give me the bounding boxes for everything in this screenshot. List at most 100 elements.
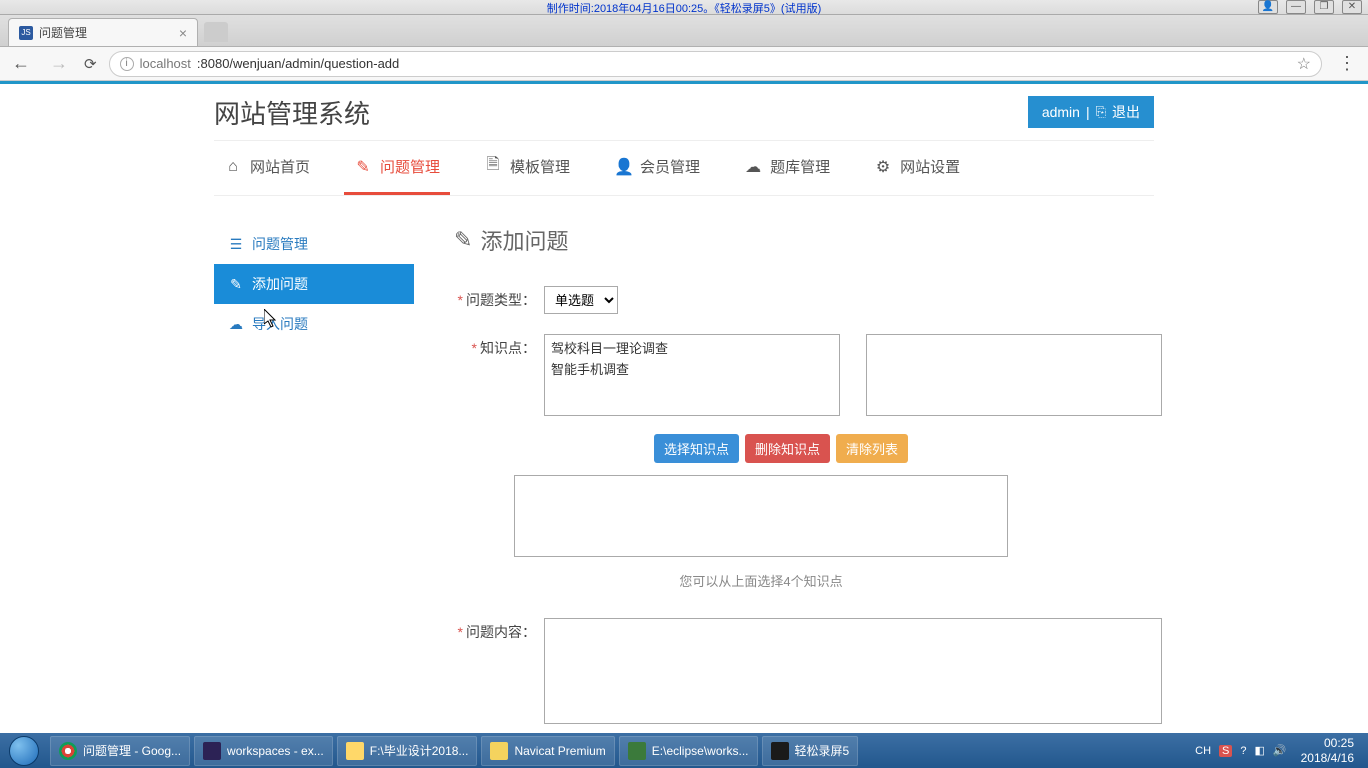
tray-time: 00:25 <box>1301 736 1354 750</box>
row-qtype: *问题类型： 单选题 <box>454 286 1162 314</box>
taskbar-item-eclipse[interactable]: workspaces - ex... <box>194 736 333 766</box>
browser-tabbar: JS 问题管理 × <box>0 15 1368 47</box>
close-window-button[interactable]: ✕ <box>1342 0 1362 14</box>
maximize-button[interactable]: ❐ <box>1314 0 1334 14</box>
nav-label: 网站设置 <box>900 156 960 177</box>
recorder-icon <box>771 742 789 760</box>
clear-list-button[interactable]: 清除列表 <box>836 434 908 463</box>
page-viewport: 网站管理系统 admin | ⎘ 退出 ⌂ 网站首页 ✎ 问题管理 🗎 模板管理 <box>0 81 1368 733</box>
content-area: ✎ 添加问题 *问题类型： 单选题 *知识点： <box>454 224 1162 733</box>
recorder-overlay-text: 制作时间:2018年04月16日00:25。《轻松录屏5》(试用版) <box>547 0 821 16</box>
page-heading-text: 添加问题 <box>480 224 568 256</box>
tray-date: 2018/4/16 <box>1301 751 1354 765</box>
new-tab-button[interactable] <box>204 22 228 42</box>
taskbar-item-folder[interactable]: F:\毕业设计2018... <box>337 736 478 766</box>
list-item[interactable]: 智能手机调查 <box>547 358 837 379</box>
nav-label: 网站首页 <box>250 156 310 177</box>
row-knowledge: *知识点： 驾校科目一理论调查 智能手机调查 <box>454 334 1162 416</box>
task-label: 轻松录屏5 <box>795 742 850 759</box>
select-qtype[interactable]: 单选题 <box>544 286 618 314</box>
upload-icon: ☁ <box>228 316 244 333</box>
eclipse-icon <box>628 742 646 760</box>
taskbar-item-recorder[interactable]: 轻松录屏5 <box>762 736 859 766</box>
forward-button[interactable]: → <box>46 53 72 74</box>
chrome-icon <box>59 742 77 760</box>
cloud-icon: ☁ <box>744 157 762 177</box>
nav-label: 题库管理 <box>770 156 830 177</box>
folder-icon <box>346 742 364 760</box>
bookmark-star-icon[interactable]: ☆ <box>1297 54 1311 74</box>
navicat-icon <box>490 742 508 760</box>
sidebar-item-manage[interactable]: ☰ 问题管理 <box>214 224 414 264</box>
window-titlebar: 制作时间:2018年04月16日00:25。《轻松录屏5》(试用版) 👤 — ❐… <box>0 0 1368 15</box>
sidebar-item-import[interactable]: ☁ 导入问题 <box>214 304 414 344</box>
select-knowledge-button[interactable]: 选择知识点 <box>654 434 739 463</box>
user-menu-button[interactable]: 👤 <box>1258 0 1278 14</box>
task-label: F:\毕业设计2018... <box>370 742 469 759</box>
home-icon: ⌂ <box>224 158 242 176</box>
tray-sound-icon[interactable]: 🔊 <box>1273 744 1287 757</box>
nav-members[interactable]: 👤 会员管理 <box>604 141 710 195</box>
sidebar-item-label: 导入问题 <box>252 314 308 334</box>
browser-menu-button[interactable]: ⋮ <box>1334 53 1360 74</box>
body-row: ☰ 问题管理 ✎ 添加问题 ☁ 导入问题 ✎ 添加问题 <box>214 224 1154 733</box>
url-input[interactable]: i localhost:8080/wenjuan/admin/question-… <box>109 51 1322 77</box>
tab-title: 问题管理 <box>39 24 87 41</box>
minimize-button[interactable]: — <box>1286 0 1306 14</box>
site-header: 网站管理系统 admin | ⎘ 退出 <box>214 84 1154 140</box>
tray-ime[interactable]: CH <box>1195 745 1211 757</box>
user-icon: 👤 <box>614 157 632 177</box>
system-tray: CH S ? ◧ 🔊 00:25 2018/4/16 <box>1195 733 1368 768</box>
reload-button[interactable]: ⟳ <box>84 55 97 73</box>
start-button[interactable] <box>0 733 48 768</box>
site-info-icon[interactable]: i <box>120 57 134 71</box>
start-orb-icon <box>9 736 39 766</box>
windows-taskbar: 问题管理 - Goog... workspaces - ex... F:\毕业设… <box>0 733 1368 768</box>
doc-icon: 🗎 <box>484 153 502 180</box>
task-label: Navicat Premium <box>514 744 605 758</box>
tab-close-icon[interactable]: × <box>179 25 187 41</box>
gear-icon: ⚙ <box>874 157 892 177</box>
page-heading: ✎ 添加问题 <box>454 224 1162 256</box>
task-label: 问题管理 - Goog... <box>83 742 181 759</box>
taskbar-item-chrome[interactable]: 问题管理 - Goog... <box>50 736 190 766</box>
nav-bank[interactable]: ☁ 题库管理 <box>734 141 840 195</box>
nav-label: 问题管理 <box>380 156 440 177</box>
taskbar-item-navicat[interactable]: Navicat Premium <box>481 736 614 766</box>
url-host: localhost <box>140 56 191 71</box>
knowledge-target-list[interactable] <box>866 334 1162 416</box>
taskbar-item-eclipse2[interactable]: E:\eclipse\works... <box>619 736 758 766</box>
label-qtype: *问题类型： <box>454 286 544 314</box>
nav-settings[interactable]: ⚙ 网站设置 <box>864 141 970 195</box>
tray-sogou[interactable]: S <box>1219 745 1232 757</box>
knowledge-hint: 您可以从上面选择4个知识点 <box>514 571 1008 590</box>
row-content: *问题内容： <box>454 618 1162 727</box>
browser-tab[interactable]: JS 问题管理 × <box>8 18 198 46</box>
eclipse-icon <box>203 742 221 760</box>
user-logout-box[interactable]: admin | ⎘ 退出 <box>1028 96 1154 128</box>
current-username: admin <box>1042 104 1080 120</box>
remove-knowledge-button[interactable]: 删除知识点 <box>745 434 830 463</box>
knowledge-available-list[interactable]: 驾校科目一理论调查 智能手机调查 <box>544 334 840 416</box>
edit-icon: ✎ <box>354 157 372 177</box>
sidebar-item-label: 问题管理 <box>252 234 308 254</box>
main-nav: ⌂ 网站首页 ✎ 问题管理 🗎 模板管理 👤 会员管理 ☁ 题库管理 ⚙ 网站设 <box>214 140 1154 196</box>
edit-icon: ✎ <box>454 227 472 253</box>
logout-label: 退出 <box>1112 102 1140 122</box>
tray-clock[interactable]: 00:25 2018/4/16 <box>1295 736 1360 765</box>
back-button[interactable]: ← <box>8 53 34 74</box>
nav-label: 模板管理 <box>510 156 570 177</box>
nav-templates[interactable]: 🗎 模板管理 <box>474 141 580 195</box>
nav-home[interactable]: ⌂ 网站首页 <box>214 141 320 195</box>
task-label: workspaces - ex... <box>227 744 324 758</box>
task-label: E:\eclipse\works... <box>652 744 749 758</box>
sidebar-item-add[interactable]: ✎ 添加问题 <box>214 264 414 304</box>
tray-help-icon[interactable]: ? <box>1240 745 1246 757</box>
question-content-input[interactable] <box>544 618 1162 724</box>
list-item[interactable]: 驾校科目一理论调查 <box>547 337 837 358</box>
knowledge-selected-box[interactable] <box>514 475 1008 557</box>
list-icon: ☰ <box>228 236 244 253</box>
logout-icon: ⎘ <box>1096 104 1106 120</box>
tray-network-icon[interactable]: ◧ <box>1255 744 1265 757</box>
nav-questions[interactable]: ✎ 问题管理 <box>344 141 450 195</box>
